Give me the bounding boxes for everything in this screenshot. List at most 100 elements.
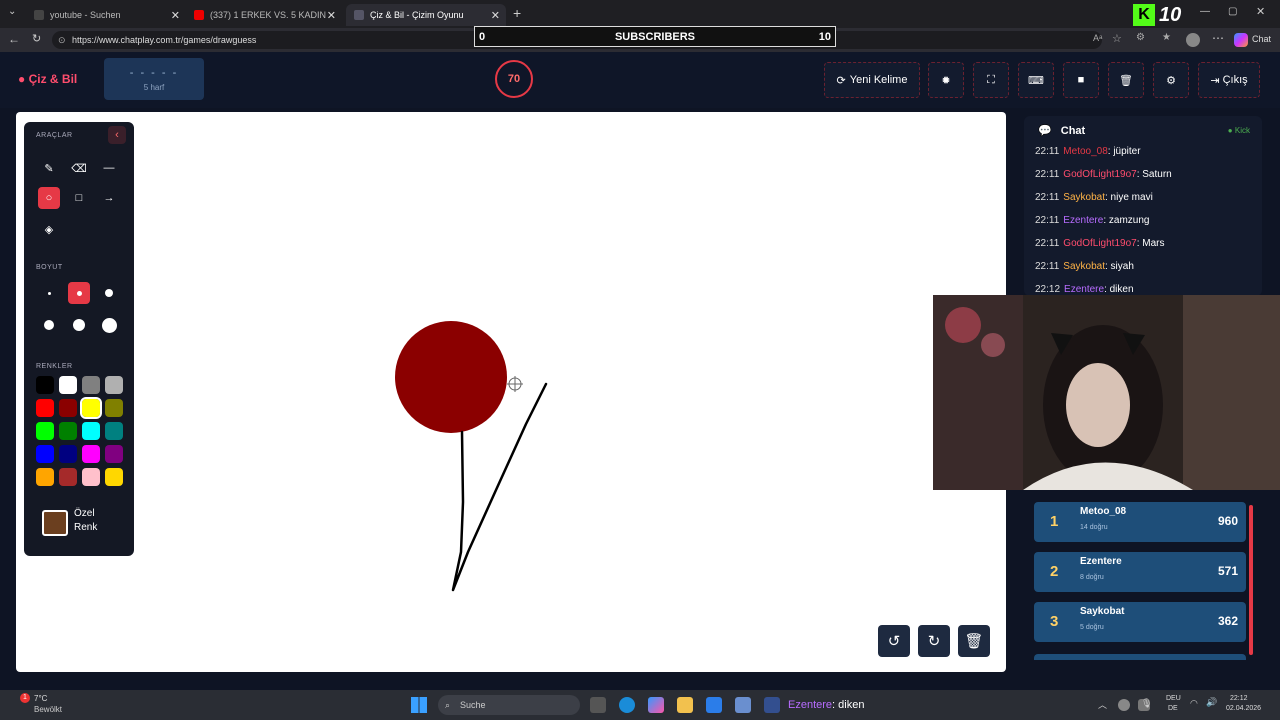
file-explorer-icon[interactable] xyxy=(677,697,693,713)
color-swatch[interactable] xyxy=(105,445,123,463)
edge-icon[interactable] xyxy=(619,697,635,713)
chat-user[interactable]: Ezentere xyxy=(1064,284,1104,295)
tab-youtube-video[interactable]: (337) 1 ERKEK VS. 5 KADIN | KIYAF ✕ xyxy=(186,4,342,26)
player-score: 571 xyxy=(1217,564,1238,578)
chat-user[interactable]: Ezentere xyxy=(1063,215,1103,226)
extensions-icon[interactable]: ⚙ xyxy=(1136,32,1145,43)
app-icon-2[interactable] xyxy=(764,697,780,713)
color-swatch[interactable] xyxy=(36,376,54,394)
color-swatch[interactable] xyxy=(36,399,54,417)
size-option-2[interactable] xyxy=(68,282,90,304)
theme-button[interactable]: ✹ xyxy=(928,62,964,98)
chat-user[interactable]: Saykobat xyxy=(1063,261,1105,272)
eraser-tool-button[interactable]: ⌫ xyxy=(68,157,90,179)
undo-button[interactable]: ↺ xyxy=(878,625,910,657)
color-swatch[interactable] xyxy=(82,376,100,394)
custom-color-swatch[interactable] xyxy=(42,510,68,536)
site-info-icon[interactable]: ⊙ xyxy=(58,31,66,49)
copilot-icon[interactable] xyxy=(648,697,664,713)
tab-youtube-search[interactable]: youtube - Suchen ✕ xyxy=(26,4,186,26)
copilot-chat-icon[interactable] xyxy=(1234,33,1248,47)
line-tool-button[interactable]: — xyxy=(98,157,120,179)
logout-button[interactable]: ⇥ Çıkış xyxy=(1198,62,1260,98)
chat-user[interactable]: GodOfLight19o7 xyxy=(1063,169,1136,180)
circle-tool-button[interactable]: ○ xyxy=(38,187,60,209)
color-swatch[interactable] xyxy=(36,422,54,440)
size-option-6[interactable] xyxy=(98,314,120,336)
color-swatch[interactable] xyxy=(36,445,54,463)
clear-board-button[interactable]: ■ xyxy=(1063,62,1099,98)
clock-time[interactable]: 22:12 xyxy=(1230,695,1248,702)
color-swatch[interactable] xyxy=(59,468,77,486)
close-tab-icon[interactable]: ✕ xyxy=(491,9,500,22)
chat-time: 22:11 xyxy=(1035,169,1060,180)
favorites-icon[interactable]: ★ xyxy=(1162,32,1171,43)
close-tab-icon[interactable]: ✕ xyxy=(327,9,336,22)
favorite-star-icon[interactable]: ☆ xyxy=(1112,32,1122,45)
read-aloud-icon[interactable]: A͏ᵃ xyxy=(1093,33,1102,43)
lang-primary[interactable]: DEU xyxy=(1166,695,1181,702)
tray-chevron-icon[interactable]: ︿ xyxy=(1098,698,1107,711)
fill-tool-button[interactable]: ◈ xyxy=(38,218,60,240)
arrow-tool-button[interactable]: → xyxy=(98,187,120,209)
color-swatch[interactable] xyxy=(36,468,54,486)
new-tab-icon[interactable]: + xyxy=(513,5,521,21)
volume-icon[interactable]: 🔊 xyxy=(1206,697,1217,708)
size-option-5[interactable] xyxy=(68,314,90,336)
color-swatch[interactable] xyxy=(105,376,123,394)
mic-icon[interactable]: 🎙 xyxy=(1141,698,1152,709)
app-logo[interactable]: ● Çiz & Bil xyxy=(18,72,77,86)
color-swatch[interactable] xyxy=(59,399,77,417)
color-swatch[interactable] xyxy=(82,422,100,440)
task-view-icon[interactable] xyxy=(590,697,606,713)
clear-canvas-button[interactable]: 🗑 xyxy=(958,625,990,657)
copilot-chat-label[interactable]: Chat xyxy=(1252,34,1271,44)
weather-temp[interactable]: 7°C xyxy=(34,694,47,703)
color-swatch[interactable] xyxy=(59,445,77,463)
color-swatch[interactable] xyxy=(105,468,123,486)
color-swatch[interactable] xyxy=(82,445,100,463)
windows-start-icon[interactable] xyxy=(411,697,427,713)
size-option-4[interactable] xyxy=(38,314,60,336)
network-icon[interactable]: ◠ xyxy=(1190,698,1198,709)
leaderboard-scrollbar[interactable] xyxy=(1249,505,1253,655)
size-option-3[interactable] xyxy=(98,282,120,304)
chat-time: 22:11 xyxy=(1035,146,1060,157)
app-header: ● Çiz & Bil - - - - - 5 harf 70 ⟳ Yeni K… xyxy=(0,52,1280,108)
brush-tool-button[interactable]: ✎ xyxy=(38,157,60,179)
profile-avatar[interactable] xyxy=(1186,33,1200,47)
keyboard-button[interactable]: ⌨ xyxy=(1018,62,1054,98)
tab-list-icon[interactable]: ⌄ xyxy=(8,6,16,17)
color-swatch[interactable] xyxy=(59,376,77,394)
tab-ciz-bil[interactable]: Çiz & Bil - Çizim Oyunu ✕ xyxy=(346,4,506,26)
color-swatch[interactable] xyxy=(105,399,123,417)
redo-button[interactable]: ↻ xyxy=(918,625,950,657)
taskbar-search[interactable]: ⌕ Suche xyxy=(438,695,580,715)
store-icon[interactable] xyxy=(706,697,722,713)
fullscreen-button[interactable]: ⛶ xyxy=(973,62,1009,98)
rectangle-tool-button[interactable]: □ xyxy=(68,187,90,209)
new-word-button[interactable]: ⟳ Yeni Kelime xyxy=(824,62,920,98)
tray-app-icon[interactable] xyxy=(1118,699,1130,711)
settings-button[interactable]: ⚙ xyxy=(1153,62,1189,98)
chat-user[interactable]: Metoo_08 xyxy=(1063,146,1107,157)
color-swatch[interactable] xyxy=(59,422,77,440)
color-swatch[interactable] xyxy=(105,422,123,440)
back-icon[interactable]: ← xyxy=(8,32,20,46)
chat-user[interactable]: GodOfLight19o7 xyxy=(1063,238,1136,249)
close-tab-icon[interactable]: ✕ xyxy=(171,9,180,22)
custom-color-button[interactable]: Özel Renk xyxy=(42,508,122,538)
minimize-icon[interactable]: — xyxy=(1200,6,1210,17)
delete-button[interactable]: 🗑 xyxy=(1108,62,1144,98)
reload-icon[interactable]: ↻ xyxy=(32,32,41,45)
close-window-icon[interactable]: ✕ xyxy=(1256,5,1265,18)
app-icon-1[interactable] xyxy=(735,697,751,713)
size-option-1[interactable] xyxy=(38,282,60,304)
color-swatch[interactable] xyxy=(82,468,100,486)
collapse-tools-button[interactable]: ‹ xyxy=(108,126,126,144)
maximize-icon[interactable]: ▢ xyxy=(1228,6,1237,17)
color-swatch[interactable] xyxy=(80,397,102,419)
more-menu-icon[interactable]: ⋯ xyxy=(1212,31,1224,45)
chat-user[interactable]: Saykobat xyxy=(1063,192,1105,203)
drawing-canvas[interactable] xyxy=(16,112,1006,672)
